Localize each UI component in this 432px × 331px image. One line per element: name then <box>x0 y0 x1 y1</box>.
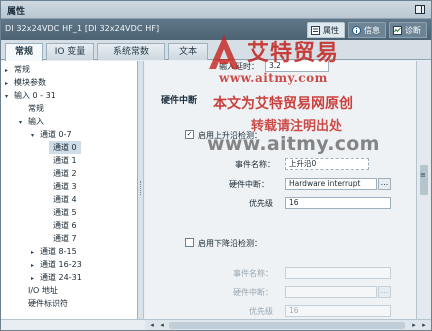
tab-texts[interactable]: 文本 <box>168 43 208 60</box>
rising-hw-interrupt-browse-button[interactable]: ... <box>378 178 391 190</box>
vertical-scrollbar[interactable]: ≡ <box>416 61 431 319</box>
collapse-arrow-icon: ▾ <box>19 119 23 126</box>
rising-edge-checkbox[interactable]: ✓ <box>185 130 194 139</box>
collapse-arrow-icon: ▾ <box>5 93 9 100</box>
tab-info[interactable]: 信息 <box>348 22 386 38</box>
tree-item-channels-24-31[interactable]: ▸ 通道 24-31 <box>31 271 82 284</box>
rising-event-name-field[interactable]: 上升沿0 <box>285 158 369 170</box>
properties-window: 属性 DI 32x24VDC HF_1 [DI 32x24VDC HF] 属性 … <box>0 0 432 331</box>
window-title: 属性 <box>7 7 26 17</box>
rising-hw-interrupt-field[interactable]: Hardware interrupt <box>285 178 377 190</box>
rising-priority-field[interactable]: 16 <box>285 197 391 209</box>
tree-item-channel-7[interactable]: 通道 7 <box>53 232 77 245</box>
scroll-grip-icon: ≡ <box>420 171 426 179</box>
scroll-right-icon[interactable]: ▸ <box>409 321 419 330</box>
tree-item-io-address[interactable]: I/O 地址 <box>28 284 58 297</box>
falling-edge-label: 启用下降沿检测： <box>198 239 262 248</box>
scroll-left-end-icon[interactable]: ◂ <box>157 321 167 330</box>
tree-item-channel-2[interactable]: 通道 2 <box>53 167 77 180</box>
tree-item-channel-4[interactable]: 通道 4 <box>53 193 77 206</box>
rising-hw-interrupt-label: 硬件中断： <box>229 180 269 189</box>
horizontal-scrollbar[interactable]: ◂ ◂ ▸ ▸ <box>145 319 431 330</box>
channel-properties-panel: 输入延时： 3.2 硬件中断 ✓ 启用上升沿检测： 事件名称： 上升沿0 硬件中… <box>145 61 416 319</box>
device-name: DI 32x24VDC HF_1 [DI 32x24VDC HF] <box>5 24 160 33</box>
tree-item-inputs-general[interactable]: 常规 <box>28 102 44 115</box>
tree-item-channels-16-23[interactable]: ▸ 通道 16-23 <box>31 258 82 271</box>
falling-hw-interrupt-field[interactable] <box>285 286 377 298</box>
info-icon <box>352 25 361 35</box>
scroll-right-end-icon[interactable]: ▸ <box>419 321 429 330</box>
panel-toggle-icon[interactable] <box>415 5 425 14</box>
tab-info-label: 信息 <box>364 25 380 35</box>
tree-item-module-parameters[interactable]: ▸ 模块参数 <box>5 76 46 89</box>
tree-item-channels-0-7[interactable]: ▾ 通道 0-7 <box>31 128 72 141</box>
diagnostics-icon <box>393 25 402 35</box>
falling-hw-interrupt-browse-button[interactable]: ... <box>378 286 391 298</box>
tree-item-input[interactable]: ▾ 输入 <box>19 115 44 128</box>
tab-io-tags[interactable]: IO 变量 <box>46 43 94 60</box>
tree-item-channel-0[interactable]: 通道 0 <box>49 141 81 154</box>
scroll-left-icon[interactable]: ◂ <box>147 321 157 330</box>
tab-general[interactable]: 常规 <box>5 43 43 61</box>
input-delay-label: 输入延时： <box>219 62 259 71</box>
horizontal-scroll-thumb[interactable] <box>169 322 405 329</box>
rising-priority-label: 优先级 <box>249 199 273 208</box>
tab-diagnostics-label: 诊断 <box>405 25 421 35</box>
tab-properties[interactable]: 属性 <box>307 22 345 38</box>
falling-priority-label: 优先级 <box>249 307 273 316</box>
tree-item-channels-8-15[interactable]: ▸ 通道 8-15 <box>31 245 77 258</box>
tree-item-hardware-identifier[interactable]: 硬件标识符 <box>28 297 68 310</box>
property-tabs: 常规 IO 变量 系统常数 文本 <box>1 40 431 61</box>
tree-item-channel-6[interactable]: 通道 6 <box>53 219 77 232</box>
falling-priority-field[interactable]: 16 <box>285 305 391 317</box>
falling-edge-checkbox[interactable] <box>185 238 194 247</box>
tree-item-general[interactable]: ▸ 常规 <box>5 63 30 76</box>
collapse-arrow-icon: ▾ <box>31 132 35 139</box>
vertical-scroll-thumb[interactable] <box>420 165 428 195</box>
falling-event-name-field[interactable] <box>285 267 391 279</box>
tree-item-channel-3[interactable]: 通道 3 <box>53 180 77 193</box>
properties-icon <box>311 25 320 35</box>
tab-system-constants[interactable]: 系统常数 <box>97 43 165 60</box>
tree-item-inputs-0-31[interactable]: ▾ 输入 0 - 31 <box>5 89 56 102</box>
falling-hw-interrupt-label: 硬件中断： <box>233 288 273 297</box>
tab-properties-label: 属性 <box>323 25 339 35</box>
input-delay-field[interactable]: 3.2 <box>265 61 329 72</box>
hardware-interrupt-title: 硬件中断 <box>161 96 198 106</box>
tree-item-channel-5[interactable]: 通道 5 <box>53 206 77 219</box>
tree-splitter[interactable] <box>138 61 144 319</box>
rising-edge-label: 启用上升沿检测： <box>198 131 262 140</box>
window-titlebar: 属性 <box>1 1 431 19</box>
navigation-tree: ▸ 常规 ▸ 模块参数 ▾ 输入 0 - 31 常规 ▾ 输入 ▾ 通道 0-7 通道 0… <box>1 61 138 319</box>
tree-item-channel-1[interactable]: 通道 1 <box>53 154 77 167</box>
inspector-tabs: 属性 信息 诊断 <box>304 22 427 38</box>
tab-diagnostics[interactable]: 诊断 <box>389 22 427 38</box>
falling-event-name-label: 事件名称： <box>233 269 273 278</box>
inspector-header: DI 32x24VDC HF_1 [DI 32x24VDC HF] 属性 信息 … <box>1 19 431 40</box>
tree-footer <box>1 319 145 330</box>
rising-event-name-label: 事件名称： <box>235 160 275 169</box>
